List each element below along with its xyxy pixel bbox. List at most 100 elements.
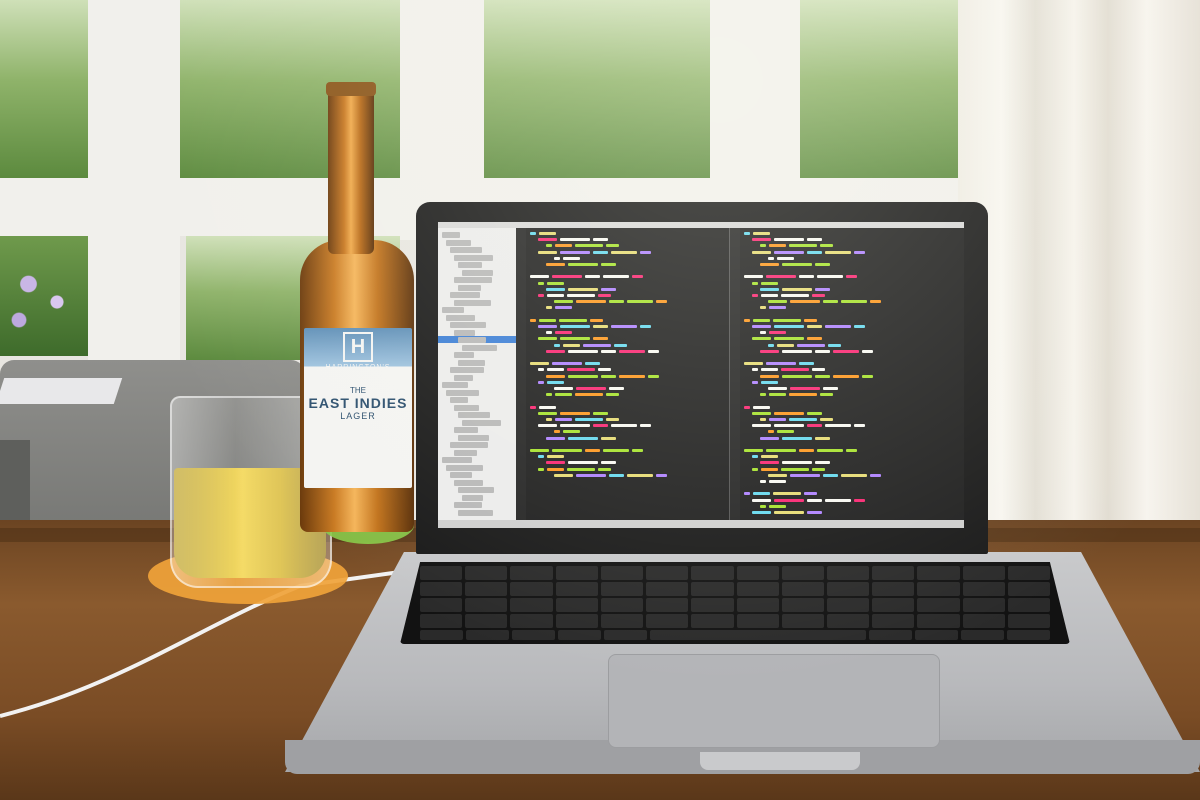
file-tree-item[interactable] [454, 299, 491, 306]
keyboard-key[interactable] [917, 566, 960, 580]
keyboard-key[interactable] [868, 630, 912, 640]
keyboard-key[interactable] [510, 598, 553, 612]
keyboard-key[interactable] [872, 614, 915, 628]
keyboard-key[interactable] [736, 614, 779, 628]
file-tree-item[interactable] [450, 247, 482, 253]
keyboard-key[interactable] [962, 598, 1005, 612]
keyboard-key[interactable] [1007, 566, 1051, 580]
keyboard-key[interactable] [555, 566, 598, 580]
keyboard-key[interactable] [962, 566, 1005, 580]
keyboard-key[interactable] [600, 566, 644, 580]
file-tree-item[interactable] [442, 232, 460, 238]
keyboard-key[interactable] [736, 598, 779, 612]
keyboard-key[interactable] [691, 598, 734, 612]
file-tree-item[interactable] [454, 254, 493, 261]
file-tree-item[interactable] [462, 344, 497, 351]
file-tree-item[interactable] [458, 359, 485, 366]
keyboard-key[interactable] [555, 614, 598, 628]
file-tree-item[interactable] [462, 269, 493, 276]
keyboard-key[interactable] [466, 630, 510, 640]
keyboard-key[interactable] [600, 582, 644, 596]
keyboard-key[interactable] [1007, 582, 1051, 596]
file-tree-item[interactable] [446, 389, 479, 396]
keyboard-key[interactable] [781, 566, 824, 580]
keyboard-key[interactable] [781, 614, 824, 628]
file-tree-item[interactable] [450, 442, 488, 448]
file-tree-item[interactable] [458, 487, 494, 493]
keyboard-key[interactable] [826, 582, 870, 596]
keyboard-key[interactable] [465, 598, 508, 612]
keyboard-key[interactable] [510, 582, 553, 596]
keyboard-key[interactable] [600, 598, 644, 612]
keyboard-key[interactable] [510, 566, 553, 580]
keyboard-key[interactable] [646, 582, 689, 596]
file-tree-item[interactable] [446, 464, 483, 471]
keyboard-key[interactable] [646, 598, 689, 612]
keyboard-key[interactable] [872, 582, 915, 596]
file-tree-item[interactable] [454, 329, 475, 336]
keyboard-key[interactable] [917, 582, 960, 596]
keyboard-key[interactable] [691, 582, 734, 596]
keyboard-key[interactable] [691, 614, 734, 628]
file-tree-item[interactable] [450, 397, 468, 403]
file-tree-item[interactable] [462, 494, 483, 501]
keyboard-key[interactable] [555, 598, 598, 612]
keyboard-key[interactable] [917, 614, 960, 628]
keyboard-key[interactable] [1007, 614, 1051, 628]
file-tree-item[interactable] [458, 337, 486, 343]
keyboard-key[interactable] [650, 630, 866, 640]
keyboard-key[interactable] [465, 566, 508, 580]
keyboard-key[interactable] [512, 630, 556, 640]
file-tree-item[interactable] [454, 404, 479, 411]
keyboard-key[interactable] [420, 582, 463, 596]
keyboard-key[interactable] [962, 582, 1005, 596]
file-tree-item[interactable] [462, 419, 501, 426]
keyboard-key[interactable] [420, 630, 464, 640]
keyboard-key[interactable] [420, 598, 463, 612]
keyboard-key[interactable] [872, 598, 915, 612]
keyboard-key[interactable] [960, 630, 1004, 640]
keyboard-key[interactable] [781, 582, 824, 596]
keyboard-key[interactable] [1007, 598, 1051, 612]
keyboard-key[interactable] [826, 614, 870, 628]
file-tree-item[interactable] [450, 322, 486, 328]
keyboard-key[interactable] [917, 598, 960, 612]
file-tree-item[interactable] [454, 277, 492, 283]
keyboard-key[interactable] [420, 614, 463, 628]
keyboard-key[interactable] [646, 614, 689, 628]
file-tree-item[interactable] [442, 382, 468, 388]
file-tree-item[interactable] [458, 284, 481, 291]
keyboard-key[interactable] [1006, 630, 1051, 640]
file-tree-item[interactable] [454, 479, 483, 486]
file-tree-item[interactable] [454, 427, 478, 433]
file-tree-item[interactable] [450, 292, 480, 298]
file-tree-item[interactable] [458, 412, 490, 418]
file-tree-item[interactable] [442, 307, 464, 313]
file-tree-item[interactable] [458, 509, 493, 516]
keyboard-key[interactable] [558, 630, 602, 640]
keyboard-key[interactable] [781, 598, 824, 612]
keyboard-key[interactable] [914, 630, 958, 640]
keyboard-key[interactable] [646, 566, 689, 580]
keyboard-key[interactable] [510, 614, 553, 628]
file-tree-item[interactable] [454, 449, 477, 456]
file-tree-item[interactable] [454, 352, 474, 358]
keyboard-key[interactable] [826, 598, 870, 612]
keyboard[interactable] [400, 562, 1070, 644]
file-tree-item[interactable] [458, 434, 489, 441]
file-tree-item[interactable] [458, 262, 482, 268]
keyboard-key[interactable] [600, 614, 644, 628]
file-tree-item[interactable] [442, 457, 472, 463]
file-tree-item[interactable] [446, 239, 471, 246]
keyboard-key[interactable] [962, 614, 1005, 628]
keyboard-key[interactable] [736, 582, 779, 596]
trackpad[interactable] [608, 654, 940, 748]
keyboard-key[interactable] [691, 566, 734, 580]
keyboard-key[interactable] [826, 566, 870, 580]
keyboard-key[interactable] [604, 630, 648, 640]
file-tree-item[interactable] [454, 502, 482, 508]
keyboard-key[interactable] [736, 566, 779, 580]
file-tree-item[interactable] [450, 367, 484, 373]
keyboard-key[interactable] [555, 582, 598, 596]
file-tree-item[interactable] [454, 374, 473, 381]
